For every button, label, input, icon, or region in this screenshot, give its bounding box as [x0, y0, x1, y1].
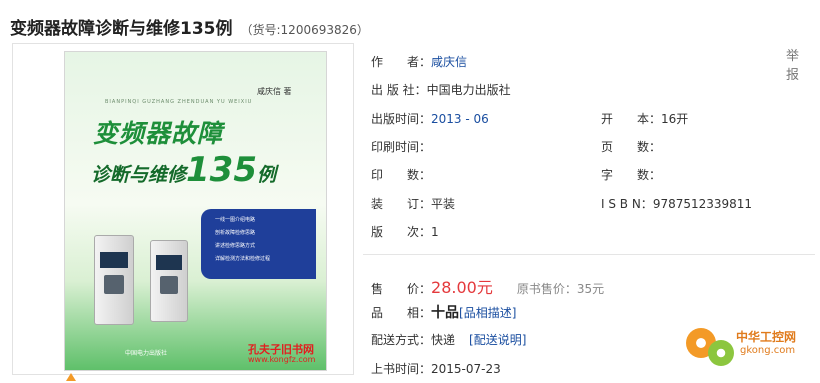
page-title: 变频器故障诊断与维修135例: [10, 19, 233, 39]
inverter-device-image: [150, 240, 188, 322]
cover-publisher: 中国电力出版社: [125, 350, 168, 357]
listed-value: 2015-07-23: [431, 362, 501, 376]
impression-label: 印 数：: [371, 168, 432, 182]
edition-value: 1: [431, 225, 439, 239]
cover-pinyin: BIANPINQI GUZHANG ZHENDUAN YU WEIXIU: [105, 99, 253, 105]
author-row: 作 者：咸庆信: [371, 53, 467, 70]
gear-icon: [708, 340, 734, 366]
isbn-row: I S B N：9787512339811: [601, 195, 752, 212]
item-number: （货号:1200693826）: [240, 23, 369, 37]
edition-label: 版 次：: [371, 225, 432, 239]
binding-value: 平装: [431, 197, 456, 211]
publisher-value: 中国电力出版社: [426, 83, 511, 97]
words-label: 字 数：: [601, 168, 662, 182]
cover-author: 咸庆信 著: [257, 87, 292, 96]
isbn-value: 9787512339811: [652, 197, 753, 211]
original-price-value: 35元: [576, 282, 605, 296]
price-value: 28.00元: [431, 278, 493, 297]
printdate-row: 印刷时间：: [371, 138, 431, 155]
cover-title-line2: 诊断与维修135例: [91, 150, 276, 190]
shipping-value: 快递: [431, 333, 456, 347]
condition-label: 品 相：: [371, 306, 432, 320]
book-cover-image[interactable]: 咸庆信 著 BIANPINQI GUZHANG ZHENDUAN YU WEIX…: [64, 51, 327, 371]
cover-watermark-url: www.kongfz.com: [248, 355, 316, 364]
cover-title-line1: 变频器故障: [93, 119, 224, 148]
pubdate-row: 出版时间：2013 - 06: [371, 110, 489, 127]
report-link[interactable]: 举 报: [786, 45, 820, 83]
edition-row: 版 次：1: [371, 223, 439, 240]
cover-title-suffix: 例: [257, 164, 277, 186]
title-row: 变频器故障诊断与维修135例 （货号:1200693826）: [10, 14, 369, 40]
listed-label: 上书时间：: [371, 362, 432, 376]
isbn-label: I S B N：: [601, 197, 653, 211]
watermark-domain: gkong.com: [740, 345, 796, 356]
site-watermark: 中华工控网 gkong.com: [680, 322, 810, 372]
format-value: 16开: [661, 112, 689, 126]
binding-row: 装 订：平装: [371, 195, 455, 212]
author-label: 作 者：: [371, 55, 432, 69]
pubdate-label: 出版时间：: [371, 112, 432, 126]
printdate-label: 印刷时间：: [371, 140, 432, 154]
binding-label: 装 订：: [371, 197, 432, 211]
watermark-name: 中华工控网: [736, 330, 797, 344]
condition-description-link[interactable]: [品相描述]: [459, 306, 516, 320]
condition-value: 十品: [431, 305, 460, 321]
words-row: 字 数：: [601, 166, 661, 183]
impression-row: 印 数：: [371, 166, 431, 183]
cover-title-number: 135: [186, 150, 257, 190]
original-price-label: 原书售价：: [516, 282, 577, 296]
publisher-label: 出 版 社：: [371, 83, 427, 97]
format-row: 开 本：16开: [601, 110, 688, 127]
pages-row: 页 数：: [601, 138, 661, 155]
cover-bullet: 剖析故障检修思路: [215, 230, 256, 236]
author-link[interactable]: 咸庆信: [431, 55, 467, 69]
pubdate-value: 2013 - 06: [431, 112, 489, 126]
publisher-row: 出 版 社：中国电力出版社: [371, 81, 511, 98]
condition-row: 品 相：十品[品相描述]: [371, 302, 516, 322]
cover-bullet: 讲述检修思路方式: [215, 243, 256, 249]
cover-bullet: 详解检测方法和检修过程: [215, 256, 271, 262]
divider: [363, 254, 815, 255]
price-label: 售 价：: [371, 282, 432, 296]
price-row: 售 价：28.00元 原书售价：35元: [371, 274, 604, 298]
shipping-info-link[interactable]: [配送说明]: [469, 333, 526, 347]
cover-bullet: 一线一图介绍电路: [215, 217, 256, 223]
pages-label: 页 数：: [601, 140, 662, 154]
inverter-device-image: [94, 235, 134, 325]
listed-row: 上书时间：2015-07-23: [371, 360, 501, 377]
cover-feature-box: 一线一图介绍电路 剖析故障检修思路 讲述检修思路方式 详解检测方法和检修过程: [201, 209, 316, 279]
cover-title-text: 诊断与维修: [91, 164, 187, 186]
warning-icon: [66, 373, 76, 381]
shipping-row: 配送方式：快递 [配送说明]: [371, 331, 526, 348]
format-label: 开 本：: [601, 112, 662, 126]
shipping-label: 配送方式：: [371, 333, 432, 347]
